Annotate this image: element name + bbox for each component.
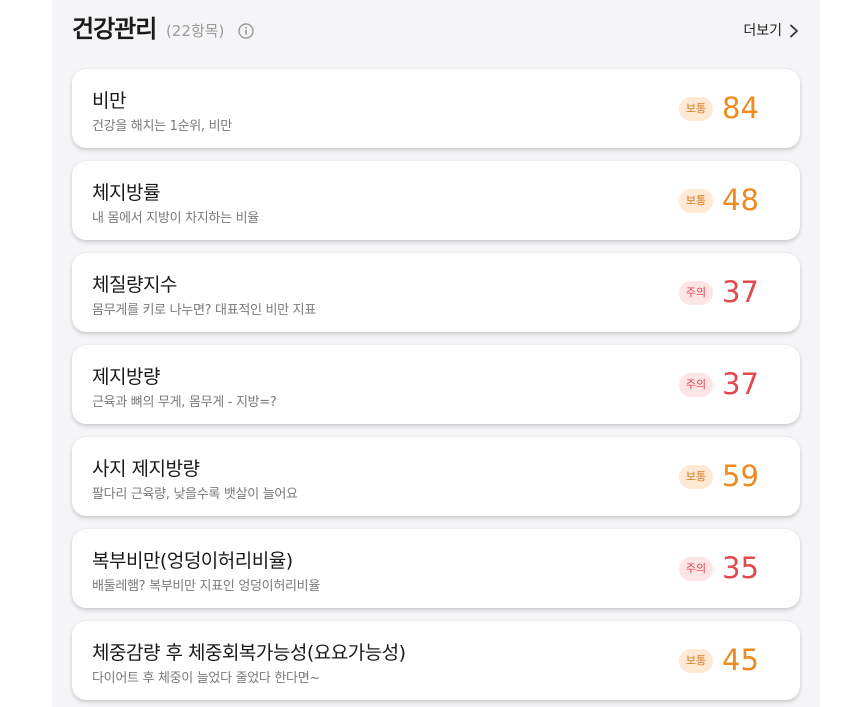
- item-subtitle: 몸무게를 키로 나누면? 대표적인 비만 지표: [92, 303, 316, 318]
- item-title: 사지 제지방량: [92, 458, 200, 480]
- status-badge: 주의: [679, 373, 713, 397]
- more-label: 더보기: [743, 23, 782, 39]
- status-badge: 주의: [679, 281, 713, 305]
- status-badge: 주의: [679, 557, 713, 581]
- chevron-right-icon: [788, 23, 800, 38]
- item-title: 체질량지수: [92, 274, 177, 296]
- health-item-card[interactable]: 제지방량 근육과 뼈의 무게, 몸무게 - 지방=? 주의 37: [72, 345, 800, 424]
- item-title: 비만: [92, 90, 126, 112]
- item-subtitle: 건강을 해치는 1순위, 비만: [92, 119, 232, 134]
- info-icon[interactable]: [238, 23, 254, 39]
- score-value: 48: [722, 183, 759, 217]
- score-value: 59: [722, 459, 759, 493]
- section-title: 건강관리: [72, 15, 157, 43]
- status-badge: 보통: [679, 649, 713, 673]
- item-subtitle: 내 몸에서 지방이 차지하는 비율: [92, 211, 259, 226]
- health-item-card[interactable]: 비만 건강을 해치는 1순위, 비만 보통 84: [72, 69, 800, 148]
- score-value: 45: [722, 643, 759, 677]
- score-value: 37: [722, 275, 759, 309]
- score-value: 37: [722, 367, 759, 401]
- item-title: 제지방량: [92, 366, 160, 388]
- item-count: (22항목): [166, 22, 225, 40]
- status-badge: 보통: [679, 189, 713, 213]
- item-subtitle: 팔다리 근육량, 낮을수록 뱃살이 늘어요: [92, 487, 298, 502]
- more-button[interactable]: 더보기: [743, 12, 800, 48]
- health-item-card[interactable]: 체질량지수 몸무게를 키로 나누면? 대표적인 비만 지표 주의 37: [72, 253, 800, 332]
- item-subtitle: 배둘레햄? 복부비만 지표인 엉덩이허리비율: [92, 579, 320, 594]
- item-title: 복부비만(엉덩이허리비율): [92, 550, 293, 572]
- section-header: 건강관리 (22항목) 더보기: [72, 12, 800, 48]
- health-item-card[interactable]: 체지방률 내 몸에서 지방이 차지하는 비율 보통 48: [72, 161, 800, 240]
- item-subtitle: 다이어트 후 체중이 늘었다 줄었다 한다면~: [92, 671, 320, 686]
- health-item-card[interactable]: 체중감량 후 체중회복가능성(요요가능성) 다이어트 후 체중이 늘었다 줄었다…: [72, 621, 800, 700]
- status-badge: 보통: [679, 97, 713, 121]
- item-title: 체중감량 후 체중회복가능성(요요가능성): [92, 642, 406, 664]
- status-badge: 보통: [679, 465, 713, 489]
- score-value: 84: [722, 91, 759, 125]
- item-subtitle: 근육과 뼈의 무게, 몸무게 - 지방=?: [92, 395, 277, 410]
- item-title: 체지방률: [92, 182, 160, 204]
- health-item-card[interactable]: 복부비만(엉덩이허리비율) 배둘레햄? 복부비만 지표인 엉덩이허리비율 주의 …: [72, 529, 800, 608]
- health-item-card[interactable]: 사지 제지방량 팔다리 근육량, 낮을수록 뱃살이 늘어요 보통 59: [72, 437, 800, 516]
- score-value: 35: [722, 551, 759, 585]
